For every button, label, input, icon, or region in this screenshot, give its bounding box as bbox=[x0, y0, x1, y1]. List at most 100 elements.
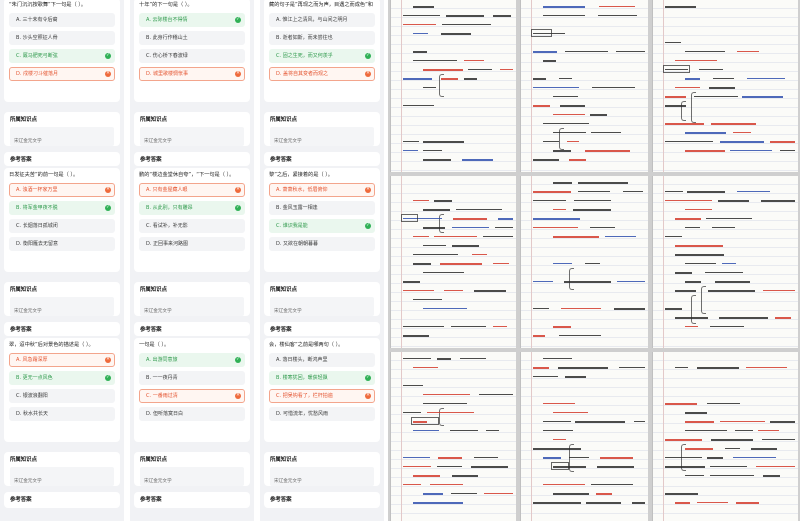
knowledge-point-card: 所属知识点宋辽金元文学 bbox=[4, 282, 120, 316]
option-text: 金风玉露一相逢 bbox=[282, 205, 318, 211]
knowledge-tag-row: 宋辽金元文学 bbox=[270, 467, 374, 486]
cross-circle-icon: ✕ bbox=[105, 71, 111, 77]
answer-option-c[interactable]: C. 银波浪翻阳 bbox=[9, 389, 115, 403]
option-text: 盖将自其变者而观之 bbox=[283, 71, 329, 77]
screenshot-collage: “朱门沉沉按歌舞”下一句是（ ）。 A. 三十未有令后裔 B. 沙头空照征人骨 C. … bbox=[0, 0, 800, 521]
knowledge-tag[interactable]: 宋辽金元文学 bbox=[140, 308, 176, 316]
quiz-panel-1: “朱门沉沉按歌舞”下一句是（ ）。 A. 三十未有令后裔 B. 沙头空照征人骨 C. … bbox=[0, 0, 124, 521]
question-card: 鹏的“楼边金堂休自夸”，“下一句是（ ）。 A. 只有金屋藏人眼 ✕ B. 从此别，只… bbox=[134, 168, 250, 272]
knowledge-tag-row: 宋辽金元文学 bbox=[270, 127, 374, 146]
option-text: 银波浪翻阳 bbox=[22, 393, 48, 399]
reference-answer-card: 参考答案 bbox=[4, 322, 120, 336]
answer-option-d[interactable]: D. 又欲在朝朝暮暮 bbox=[269, 237, 375, 251]
answer-option-a[interactable]: A. 落日楼头，断鸿声里 bbox=[269, 353, 375, 367]
answer-option-d[interactable]: D. 衡阳雁去无留意 bbox=[9, 237, 115, 251]
option-text: 一番雨过清 bbox=[152, 393, 178, 399]
knowledge-tag[interactable]: 宋辽金元文学 bbox=[10, 138, 46, 146]
knowledge-tag[interactable]: 宋辽金元文学 bbox=[140, 138, 176, 146]
knowledge-point-title: 所属知识点 bbox=[140, 287, 167, 293]
option-text: 三十未有令后裔 bbox=[22, 17, 58, 23]
quiz-panel-3: 藏的句子是”再现之而为声，目遇之而成色”和（ ）。 A. 惟江上之清风，与山间之明… bbox=[260, 0, 384, 521]
reference-answer-title: 参考答案 bbox=[10, 157, 32, 163]
option-text: 只有金屋藏人眼 bbox=[152, 187, 188, 193]
knowledge-point-title: 所属知识点 bbox=[10, 117, 37, 123]
cross-circle-icon: ✕ bbox=[235, 393, 241, 399]
knowledge-point-title: 所属知识点 bbox=[140, 457, 167, 463]
answer-option-b[interactable]: B. 更无一点风色 ✓ bbox=[9, 371, 115, 385]
answer-option-d[interactable]: D. 盖将自其变者而观之 ✕ bbox=[269, 67, 375, 81]
question-card: 藏的句子是”再现之而为声，目遇之而成色”和（ ）。 A. 惟江上之清风，与山间之明… bbox=[264, 0, 380, 102]
reference-answer-card: 参考答案 bbox=[4, 152, 120, 166]
cross-circle-icon: ✕ bbox=[365, 393, 371, 399]
answer-option-b[interactable]: B. 从此别，只有雕昂 ✓ bbox=[139, 201, 245, 215]
answer-option-a[interactable]: A. 云际楼台不得情 ✓ bbox=[139, 13, 245, 27]
answer-option-d[interactable]: D. 秋水共长天 bbox=[9, 407, 115, 421]
question-stem: 鹏的“楼边金堂休自夸”，“下一句是（ ）。 bbox=[139, 172, 235, 178]
option-text: 萧萧秋水，低眉俯仰 bbox=[282, 187, 328, 193]
answer-option-b[interactable]: B. 沙头空照征人骨 bbox=[9, 31, 115, 45]
knowledge-point-card: 所属知识点宋辽金元文学 bbox=[134, 452, 250, 486]
answer-option-a[interactable]: A. 浊酒一杯家万里 ✕ bbox=[9, 183, 115, 197]
answer-option-d[interactable]: D. 戍楼刁斗催落月 ✕ bbox=[9, 67, 115, 81]
knowledge-tag-row: 宋辽金元文学 bbox=[10, 467, 114, 486]
knowledge-tag-row: 宋辽金元文学 bbox=[140, 297, 244, 316]
knowledge-tag[interactable]: 宋辽金元文学 bbox=[10, 478, 46, 486]
answer-option-c[interactable]: C. 长烟落日孤城闭 bbox=[9, 219, 115, 233]
answer-option-b[interactable]: B. 将军金甲夜不脱 ✓ bbox=[9, 201, 115, 215]
answer-option-c[interactable]: C. 一番雨过清 ✕ bbox=[139, 389, 245, 403]
answer-option-c[interactable]: C. 把吴钩看了，栏杆拍遍 ✕ bbox=[269, 389, 375, 403]
answer-option-d[interactable]: D. 正回事来河路图 bbox=[139, 237, 245, 251]
answer-option-a[interactable]: A. 惟江上之清风，与山间之明月 bbox=[269, 13, 375, 27]
check-circle-icon: ✓ bbox=[235, 17, 241, 23]
knowledge-point-card: 所属知识点宋辽金元文学 bbox=[4, 112, 120, 146]
cross-circle-icon: ✕ bbox=[235, 187, 241, 193]
reference-answer-title: 参考答案 bbox=[140, 157, 162, 163]
answer-option-a[interactable]: A. 只有金屋藏人眼 ✕ bbox=[139, 183, 245, 197]
knowledge-point-card: 所属知识点 宋辽金元文学 bbox=[264, 282, 380, 316]
answer-option-a[interactable]: A. 三十未有令后裔 bbox=[9, 13, 115, 27]
answer-option-b[interactable]: B. 楼寒犹回，暖获轻飘 ✓ bbox=[269, 371, 375, 385]
option-text: 出游同意旅 bbox=[152, 357, 178, 363]
answer-option-d[interactable]: D. 城里歌楼惆怅事 ✕ bbox=[139, 67, 245, 81]
reference-answer-card: 参考答案 bbox=[264, 322, 380, 336]
knowledge-tag[interactable]: 宋辽金元文学 bbox=[270, 478, 306, 486]
question-card: 日发征夫苦”的前一句是（ ）。 A. 浊酒一杯家万里 ✕ B. 将军金甲夜不脱 ✓ C. … bbox=[4, 168, 120, 272]
answer-option-b[interactable]: B. 逝者如斯，而未尝往也 bbox=[269, 31, 375, 45]
option-text: 戍楼刁斗催落月 bbox=[23, 71, 59, 77]
knowledge-point-title: 所属知识点 bbox=[270, 457, 297, 463]
knowledge-tag-row: 宋辽金元文学 bbox=[10, 127, 114, 146]
knowledge-point-title: 所属知识点 bbox=[270, 117, 297, 123]
knowledge-tag[interactable]: 宋辽金元文学 bbox=[10, 308, 46, 316]
question-card: 翠，迢中秋”后对景色的描述是（ ）。 A. 风急霜深厚 ✕ B. 更无一点风色 ✓ C. … bbox=[4, 338, 120, 442]
notebook-page-photo bbox=[520, 0, 648, 172]
option-text: 云际楼台不得情 bbox=[152, 17, 188, 23]
option-text: 谁识我是能 bbox=[282, 223, 308, 229]
knowledge-tag[interactable]: 宋辽金元文学 bbox=[270, 308, 306, 316]
reference-answer-title: 参考答案 bbox=[140, 327, 162, 333]
answer-option-c[interactable]: C. 厩马肥死弓断弦 ✓ bbox=[9, 49, 115, 63]
answer-option-c[interactable]: C. 固之生死，而又何羡乎 ✓ bbox=[269, 49, 375, 63]
answer-option-d[interactable]: D. 可惜流年，忧愁风雨 bbox=[269, 407, 375, 421]
answer-option-b[interactable]: B. 金风玉露一相逢 bbox=[269, 201, 375, 215]
check-circle-icon: ✓ bbox=[105, 53, 111, 59]
knowledge-point-title: 所属知识点 bbox=[10, 287, 37, 293]
answer-option-a[interactable]: A. 风急霜深厚 ✕ bbox=[9, 353, 115, 367]
answer-option-c[interactable]: C. 伤心桥下春波绿 bbox=[139, 49, 245, 63]
answer-option-c[interactable]: C. 看试补，补无影 bbox=[139, 219, 245, 233]
answer-option-a[interactable]: A. 出游同意旅 ✓ bbox=[139, 353, 245, 367]
option-text: 从此别，只有雕昂 bbox=[152, 205, 193, 211]
answer-option-a[interactable]: A. 萧萧秋水，低眉俯仰 ✕ bbox=[269, 183, 375, 197]
question-card: 会，楼仙客”之前是哪两句（ ）。 A. 落日楼头，断鸿声里 B. 楼寒犹回，暖获轻飘… bbox=[264, 338, 380, 442]
answer-option-c[interactable]: C. 谁识我是能 ✓ bbox=[269, 219, 375, 233]
option-text: 逝者如斯，而未尝往也 bbox=[282, 35, 333, 41]
check-circle-icon: ✓ bbox=[235, 205, 241, 211]
answer-option-d[interactable]: D. 但听落寞日白 bbox=[139, 407, 245, 421]
answer-option-b[interactable]: B. 此身行作稽山土 bbox=[139, 31, 245, 45]
knowledge-tag[interactable]: 宋辽金元文学 bbox=[270, 138, 306, 146]
answer-option-b[interactable]: B. 一一夜丹青 bbox=[139, 371, 245, 385]
check-circle-icon: ✓ bbox=[105, 375, 111, 381]
knowledge-tag[interactable]: 宋辽金元文学 bbox=[140, 478, 176, 486]
reference-answer-card: 参考答案 bbox=[134, 492, 250, 508]
knowledge-point-card: 所属知识点宋辽金元文学 bbox=[264, 452, 380, 486]
knowledge-tag-row: 宋辽金元文学 bbox=[140, 467, 244, 486]
